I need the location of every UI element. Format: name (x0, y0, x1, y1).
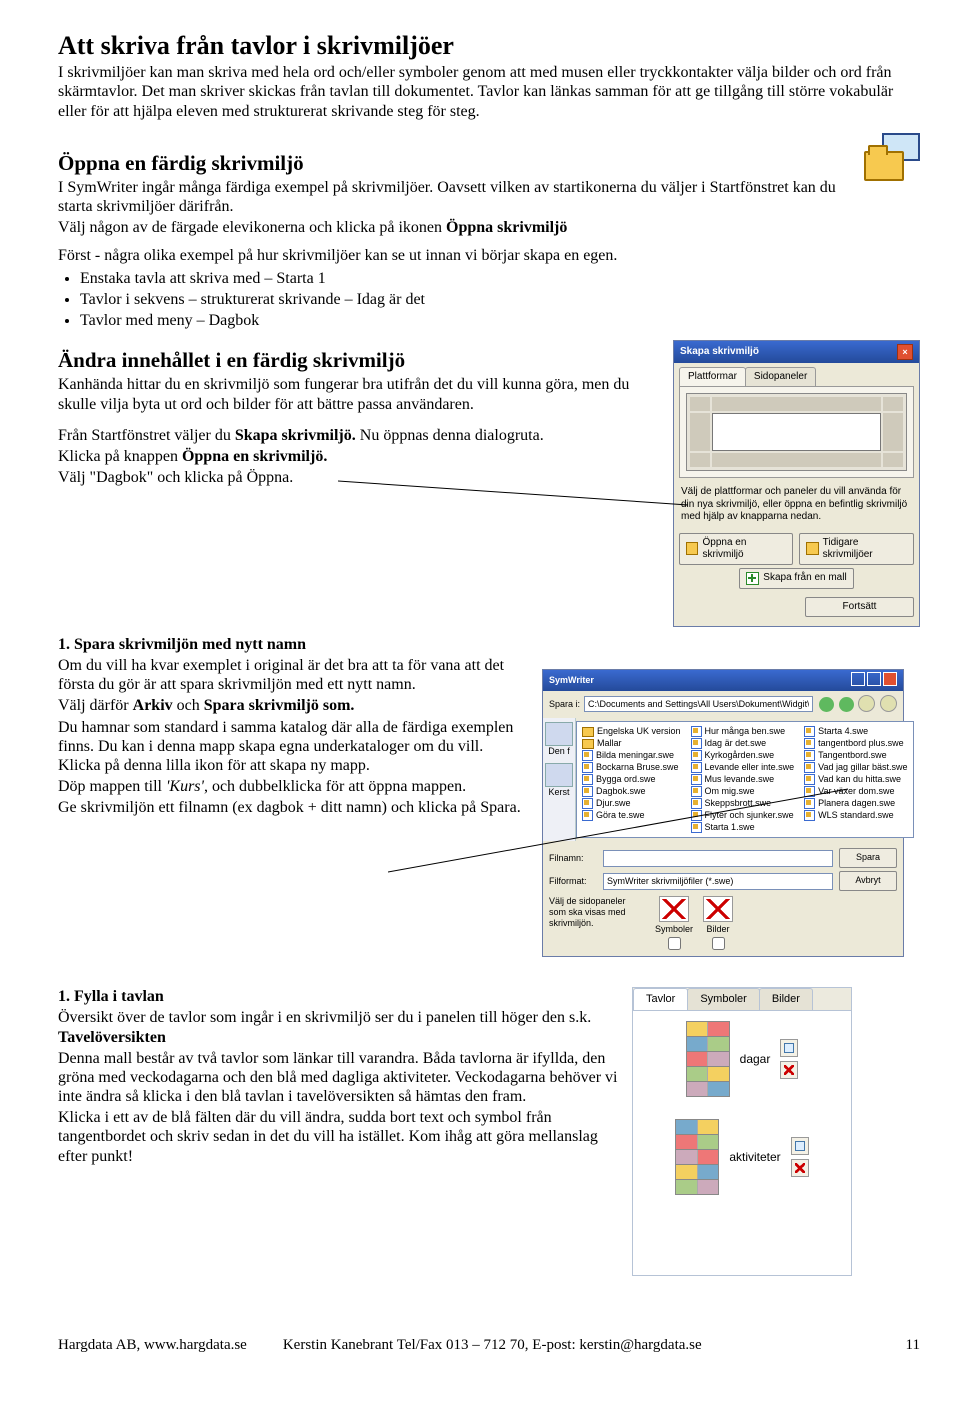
list-item[interactable]: Tangentbord.swe (804, 750, 907, 761)
save-p3: Du hamnar som standard i samma katalog d… (58, 718, 528, 776)
symbols-option-label: Symboler (655, 924, 693, 935)
open-env-p2: Välj någon av de färgade elevikonerna oc… (58, 218, 844, 237)
list-item: Tavlor i sekvens – strukturerat skrivand… (80, 290, 920, 309)
edit-p1: Kanhända hittar du en skrivmiljö som fun… (58, 375, 668, 413)
edit-p2: Från Startfönstret väljer du Skapa skriv… (58, 426, 668, 445)
list-item[interactable]: Mus levande.swe (691, 774, 795, 785)
file-icon (582, 774, 593, 785)
recent-env-button[interactable]: Tidigare skrivmiljöer (799, 533, 914, 565)
dialog-title: Skapa skrivmiljö (680, 346, 759, 358)
page-number: 11 (906, 1336, 920, 1354)
board-days[interactable]: dagar (686, 1021, 799, 1097)
list-item[interactable]: Levande eller inte.swe (691, 762, 795, 773)
page-footer: Hargdata AB, www.hargdata.se Kerstin Kan… (58, 1336, 920, 1354)
list-item[interactable]: Mallar (582, 738, 681, 749)
copy-board-icon[interactable] (780, 1039, 798, 1057)
tab-symbols[interactable]: Symboler (687, 988, 759, 1010)
copy-board-icon[interactable] (791, 1137, 809, 1155)
list-item[interactable]: Bygga ord.swe (582, 774, 681, 785)
list-item[interactable]: Starta 4.swe (804, 726, 907, 737)
tab-platforms[interactable]: Plattformar (679, 367, 746, 386)
close-icon[interactable]: × (897, 344, 913, 360)
layout-preview[interactable] (686, 393, 907, 471)
folder-icon (582, 739, 594, 749)
folder-icon (806, 542, 818, 555)
open-env-p2-a: Välj någon av de färgade elevikonerna oc… (58, 219, 446, 236)
list-item[interactable]: Kyrkogården.swe (691, 750, 795, 761)
board-overview-panel: Tavlor Symboler Bilder dagar (632, 987, 852, 1276)
open-env-p1: I SymWriter ingår många färdiga exempel … (58, 178, 844, 216)
list-item[interactable]: Vad jag gillar bäst.swe (804, 762, 907, 773)
open-environment-icon (864, 133, 920, 181)
open-env-button-bold: Öppna en skrivmiljö. (182, 448, 327, 465)
list-item: Tavlor med meny – Dagbok (80, 311, 920, 330)
board-activities-label: aktiviteter (729, 1150, 780, 1164)
save-p1: Om du vill ha kvar exemplet i original ä… (58, 656, 528, 694)
list-item[interactable]: Vad kan du hitta.swe (804, 774, 907, 785)
window-controls[interactable] (849, 672, 897, 689)
view-icon[interactable] (880, 695, 897, 712)
list-item: Enstaka tavla att skriva med – Starta 1 (80, 269, 920, 288)
list-item[interactable]: Bockarna Bruse.swe (582, 762, 681, 773)
images-option-label: Bilder (707, 924, 730, 935)
fill-p2: Denna mall består av två tavlor som länk… (58, 1049, 618, 1107)
plus-icon (746, 572, 759, 585)
tab-images[interactable]: Bilder (759, 988, 813, 1010)
open-env-p3: Först - några olika exempel på hur skriv… (58, 246, 920, 265)
list-item[interactable]: tangentbord plus.swe (804, 738, 907, 749)
images-checkbox[interactable] (712, 937, 725, 950)
up-icon[interactable] (839, 697, 854, 712)
board-days-label: dagar (740, 1052, 771, 1066)
fill-p1: Översikt över de tavlor som ingår i en s… (58, 1008, 618, 1046)
continue-button[interactable]: Fortsätt (805, 597, 914, 617)
list-item[interactable]: Engelska UK version (582, 726, 681, 737)
heading-open-env: Öppna en färdig skrivmiljö (58, 151, 844, 176)
save-dialog-title: SymWriter (549, 675, 594, 686)
intro-paragraph: I skrivmiljöer kan man skriva med hela o… (58, 63, 920, 121)
footer-contact: Kerstin Kanebrant Tel/Fax 013 – 712 70, … (283, 1336, 702, 1354)
fill-p3: Klicka i ett av de blå fälten där du vil… (58, 1108, 618, 1166)
list-item[interactable]: Hur många ben.swe (691, 726, 795, 737)
delete-board-icon[interactable] (791, 1159, 809, 1177)
page-title: Att skriva från tavlor i skrivmiljöer (58, 30, 920, 61)
heading-save: 1. Spara skrivmiljön med nytt namn (58, 635, 528, 654)
new-folder-icon[interactable] (858, 695, 875, 712)
folder-icon (582, 727, 594, 737)
symbols-checkbox[interactable] (668, 937, 681, 950)
list-item[interactable]: Idag är det.swe (691, 738, 795, 749)
create-env-bold: Skapa skrivmiljö. (235, 427, 356, 444)
heading-fill: 1. Fylla i tavlan (58, 987, 618, 1006)
toolbar-icons[interactable] (817, 695, 897, 715)
file-icon (582, 762, 593, 773)
example-list: Enstaka tavla att skriva med – Starta 1 … (58, 269, 920, 331)
delete-board-icon[interactable] (780, 1061, 798, 1079)
tab-boards[interactable]: Tavlor (633, 988, 688, 1010)
folder-icon (686, 542, 698, 555)
footer-company: Hargdata AB, www.hargdata.se (58, 1336, 247, 1354)
save-p2: Välj därför Arkiv och Spara skrivmiljö s… (58, 696, 528, 715)
list-item[interactable]: Bilda meningar.swe (582, 750, 681, 761)
from-template-button[interactable]: Skapa från en mall (739, 568, 853, 589)
file-icon (582, 750, 593, 761)
tab-sidepanels[interactable]: Sidopaneler (745, 367, 816, 386)
board-activities[interactable]: aktiviteter (675, 1119, 808, 1195)
back-icon[interactable] (819, 697, 834, 712)
open-env-button[interactable]: Öppna en skrivmiljö (679, 533, 793, 565)
open-env-icon-label: Öppna skrivmiljö (446, 219, 567, 236)
save-path-input[interactable] (584, 696, 813, 712)
save-in-label: Spara i: (549, 699, 580, 710)
